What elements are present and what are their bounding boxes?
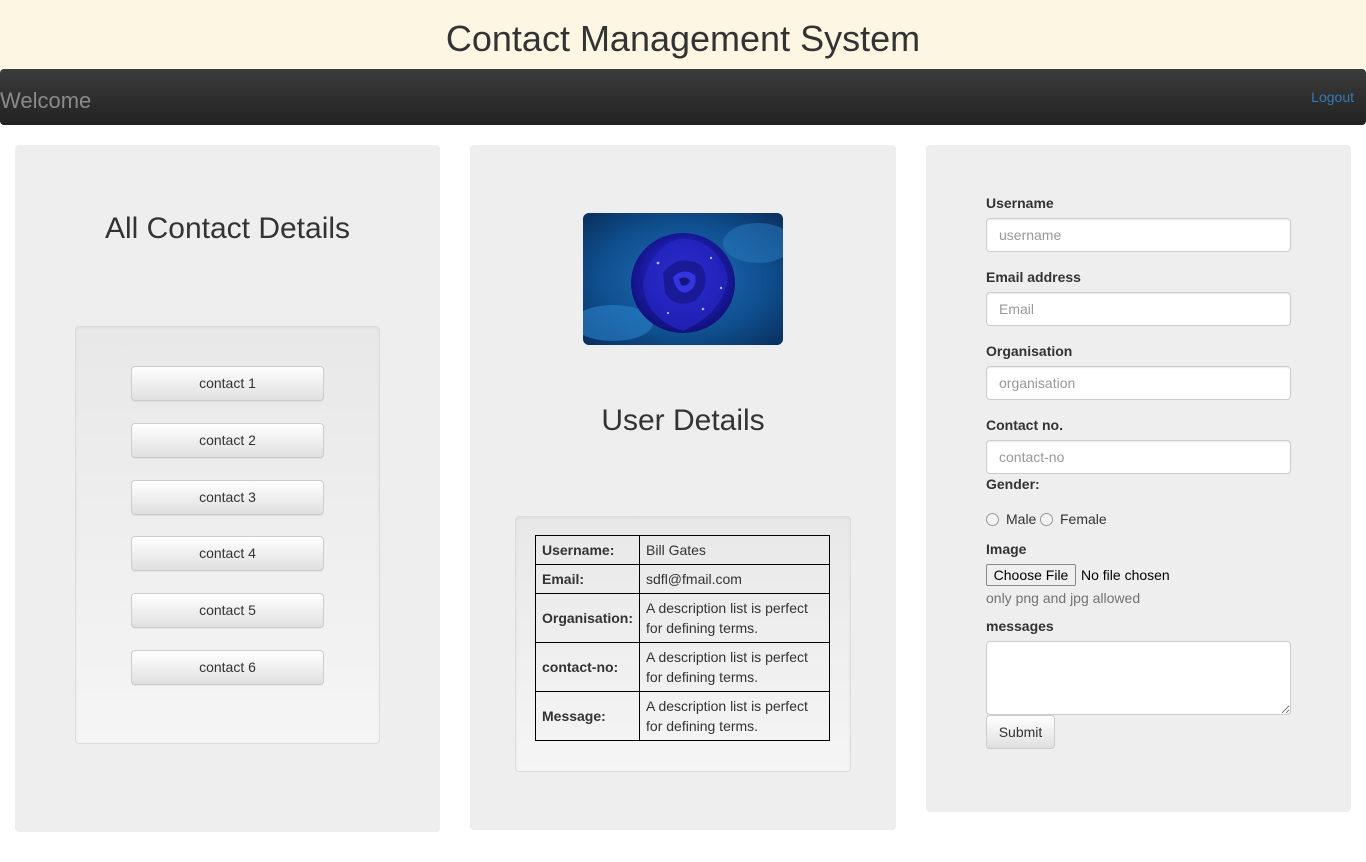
email-input[interactable]	[986, 292, 1291, 326]
page-title: Contact Management System	[445, 18, 921, 59]
contact-button-1[interactable]: contact 1	[131, 366, 324, 401]
navbar: Welcome Logout	[0, 69, 1366, 125]
user-details-well: Username: Bill Gates Email: sdfl@fmail.c…	[515, 516, 851, 772]
detail-value: sdfl@fmail.com	[639, 564, 830, 594]
image-label: Image	[986, 541, 1027, 557]
messages-textarea[interactable]	[986, 641, 1291, 715]
detail-value: A description list is perfect for defini…	[639, 691, 830, 741]
contacts-list: contact 1 contact 2 contact 3 contact 4 …	[75, 326, 380, 744]
user-photo	[583, 213, 783, 345]
contact-button-6[interactable]: contact 6	[131, 650, 324, 685]
detail-key: Email:	[534, 564, 641, 594]
username-input[interactable]	[986, 218, 1291, 252]
detail-value: Bill Gates	[639, 535, 830, 565]
organisation-label: Organisation	[986, 343, 1073, 359]
female-radio[interactable]	[1040, 513, 1053, 526]
female-radio-label[interactable]: Female	[1060, 511, 1107, 527]
contact-button-5[interactable]: contact 5	[131, 593, 324, 628]
page-header: Contact Management System	[0, 0, 1366, 69]
table-row: contact-no: A description list is perfec…	[534, 642, 830, 692]
navbar-brand[interactable]: Welcome	[0, 88, 91, 114]
detail-value: A description list is perfect for defini…	[639, 642, 830, 692]
contact-button-2[interactable]: contact 2	[131, 423, 324, 458]
messages-label: messages	[986, 618, 1054, 634]
table-row: Username: Bill Gates	[534, 535, 830, 565]
contact-button-3[interactable]: contact 3	[131, 480, 324, 515]
logout-link[interactable]: Logout	[1311, 89, 1354, 105]
male-radio-label[interactable]: Male	[1006, 511, 1036, 527]
user-details-panel: User Details Username: Bill Gates Email:…	[470, 145, 896, 830]
email-label: Email address	[986, 269, 1081, 285]
file-status: No file chosen	[1081, 567, 1170, 583]
user-details-title: User Details	[601, 404, 765, 437]
organisation-input[interactable]	[986, 366, 1291, 400]
image-help-text: only png and jpg allowed	[986, 590, 1141, 606]
contacts-panel-title: All Contact Details	[104, 212, 351, 245]
table-row: Message: A description list is perfect f…	[534, 691, 830, 741]
submit-button[interactable]: Submit	[986, 715, 1055, 749]
username-label: Username	[986, 195, 1054, 211]
male-radio[interactable]	[986, 513, 999, 526]
choose-file-button[interactable]: Choose File	[986, 564, 1076, 586]
detail-value: A description list is perfect for defini…	[639, 593, 830, 643]
contact-no-label: Contact no.	[986, 417, 1063, 433]
user-details-table: Username: Bill Gates Email: sdfl@fmail.c…	[534, 535, 830, 741]
contact-button-4[interactable]: contact 4	[131, 536, 324, 571]
blue-rose-image	[583, 213, 783, 345]
contact-no-input[interactable]	[986, 440, 1291, 474]
contacts-panel: All Contact Details contact 1 contact 2 …	[15, 145, 440, 832]
contact-form-panel: Username Email address Organisation Cont…	[926, 145, 1351, 812]
table-row: Organisation: A description list is perf…	[534, 593, 830, 643]
table-row: Email: sdfl@fmail.com	[534, 564, 830, 594]
gender-label: Gender:	[986, 476, 1040, 492]
detail-key: Username:	[534, 535, 641, 565]
detail-key: contact-no:	[534, 642, 641, 692]
detail-key: Organisation:	[534, 593, 641, 643]
detail-key: Message:	[534, 691, 641, 741]
